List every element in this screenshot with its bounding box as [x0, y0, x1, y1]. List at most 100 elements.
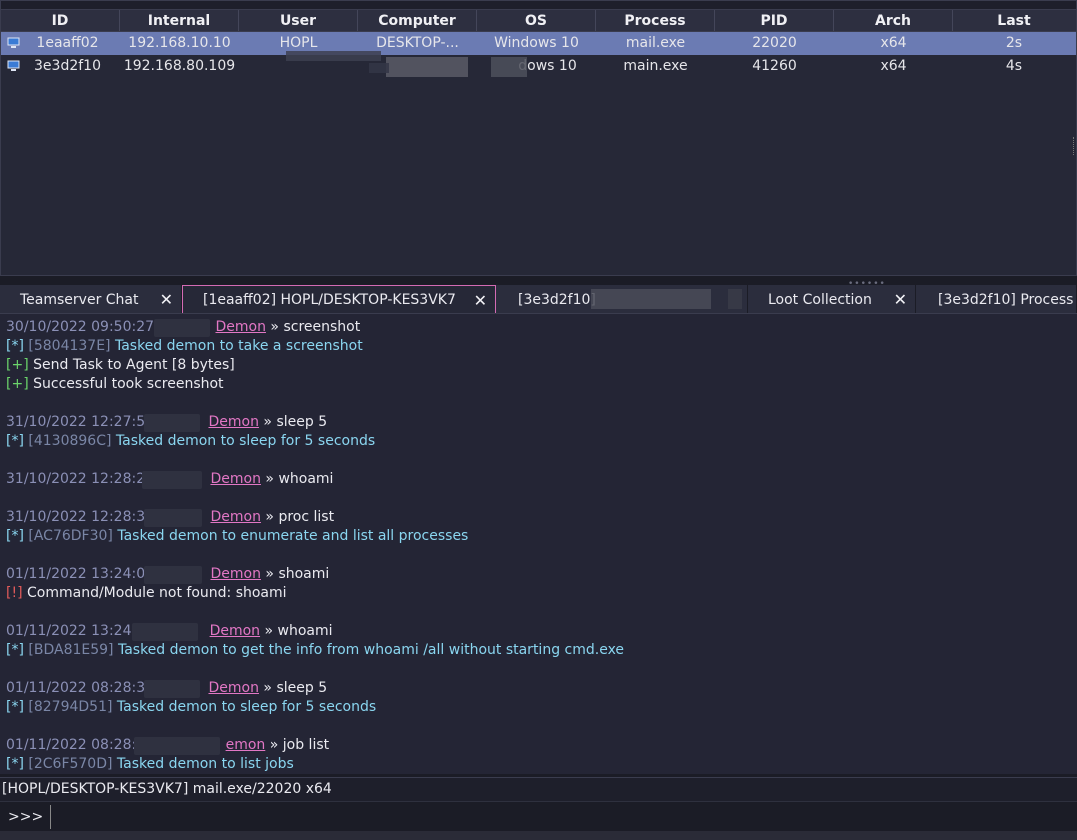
- output-message: Tasked demon to sleep for 5 seconds: [116, 699, 377, 715]
- header-os[interactable]: OS: [477, 10, 596, 31]
- header-id[interactable]: ID: [1, 10, 120, 31]
- console-output-line: [!] Command/Module not found: shoami: [6, 584, 1077, 603]
- separator: »: [270, 319, 279, 335]
- console-output-line: [*] [82794D51] Tasked demon to sleep for…: [6, 698, 1077, 717]
- redaction-block: [144, 566, 202, 584]
- console-spacer: [6, 660, 1077, 679]
- header-process[interactable]: Process: [596, 10, 715, 31]
- header-internal[interactable]: Internal: [120, 10, 239, 31]
- demon-link[interactable]: emon: [226, 737, 266, 753]
- table-row[interactable]: 1eaaff02 192.168.10.10 HOPL DESKTOP-... …: [1, 32, 1076, 55]
- error-tag: [!]: [6, 585, 23, 601]
- window-bottom-edge: [0, 831, 1077, 840]
- row-internal: 192.168.10.10: [128, 35, 231, 51]
- demon-link[interactable]: Demon: [208, 414, 258, 430]
- task-id: [4130896C]: [28, 433, 112, 449]
- timestamp: 30/10/2022 09:50:27: [6, 319, 155, 335]
- row-last: 2s: [1005, 35, 1023, 51]
- computer-icon: [7, 37, 20, 48]
- header-arch[interactable]: Arch: [834, 10, 953, 31]
- command-text: job list: [282, 737, 330, 753]
- redaction-block: [369, 63, 389, 73]
- console-command-line: 30/10/2022 09:50:27 Demon » screenshot: [6, 318, 1077, 337]
- demon-link[interactable]: Demon: [208, 680, 258, 696]
- row-process: mail.exe: [625, 35, 686, 51]
- table-top-strip: [1, 1, 1076, 10]
- redaction-block: [142, 471, 202, 489]
- console-command-line: 01/11/2022 13:24:09 Demon » shoami: [6, 565, 1077, 584]
- table-row[interactable]: 3e3d2f10 192.168.80.109 dows 10 main.exe…: [1, 51, 1076, 78]
- command-prompt-bar: >>>: [0, 801, 1077, 831]
- redaction-block: [132, 623, 198, 641]
- console-output-line: [+] Send Task to Agent [8 bytes]: [6, 356, 1077, 375]
- row-id-cell: 3e3d2f10: [1, 55, 120, 78]
- tab-session-3e3d2f10[interactable]: [3e3d2f10]: [496, 285, 748, 313]
- output-message: Tasked demon to enumerate and list all p…: [117, 528, 469, 544]
- console-command-line: 01/11/2022 08:28:36 Demon » sleep 5: [6, 679, 1077, 698]
- success-tag: [+]: [6, 357, 29, 373]
- redaction-block: [286, 51, 381, 61]
- command-input[interactable]: [50, 804, 1077, 829]
- tab-label: Loot Collection: [768, 291, 872, 308]
- console-spacer: [6, 394, 1077, 413]
- tab-session-1eaaff02[interactable]: [1eaaff02] HOPL/DESKTOP-KES3VK7 ✕: [182, 285, 496, 313]
- console-spacer: [6, 603, 1077, 622]
- redaction-block: [728, 289, 742, 309]
- row-last: 4s: [1005, 58, 1023, 74]
- header-computer[interactable]: Computer: [358, 10, 477, 31]
- tab-label: [1eaaff02] HOPL/DESKTOP-KES3VK7: [203, 291, 456, 308]
- demon-link[interactable]: Demon: [210, 623, 260, 639]
- info-tag: [*]: [6, 338, 24, 354]
- redaction-block: [144, 414, 200, 432]
- command-text: sleep 5: [276, 414, 328, 430]
- output-message: Tasked demon to list jobs: [116, 756, 294, 772]
- header-pid[interactable]: PID: [715, 10, 834, 31]
- output-message: Tasked demon to sleep for 5 seconds: [115, 433, 376, 449]
- redaction-block: [144, 680, 200, 698]
- info-tag: [*]: [6, 528, 24, 544]
- timestamp: 01/11/2022 08:28:36: [6, 680, 155, 696]
- redaction-block: [154, 319, 210, 337]
- separator: »: [269, 737, 279, 753]
- row-id: 1eaaff02: [36, 35, 99, 51]
- demon-link[interactable]: Demon: [215, 319, 265, 335]
- timestamp: 31/10/2022 12:27:53: [6, 414, 155, 430]
- row-os: Windows 10: [494, 35, 579, 51]
- tab-bar: Teamserver Chat ✕ [1eaaff02] HOPL/DESKTO…: [0, 285, 1077, 314]
- tab-teamserver-chat[interactable]: Teamserver Chat ✕: [0, 285, 182, 313]
- row-internal: 192.168.80.109: [123, 58, 236, 74]
- row-process: main.exe: [623, 58, 688, 74]
- task-id: [2C6F570D]: [28, 756, 113, 772]
- demon-link[interactable]: Demon: [210, 509, 260, 525]
- tab-loot-collection[interactable]: Loot Collection ✕: [748, 285, 916, 313]
- redaction-block: [134, 737, 220, 755]
- row-id-cell: 1eaaff02: [1, 32, 120, 55]
- session-status-line: [HOPL/DESKTOP-KES3VK7] mail.exe/22020 x6…: [0, 777, 1077, 801]
- tab-process-list[interactable]: [3e3d2f10] Process L: [916, 285, 1077, 313]
- console-output[interactable]: 30/10/2022 09:50:27 Demon » screenshot […: [0, 314, 1077, 774]
- close-icon[interactable]: ✕: [160, 290, 173, 309]
- console-spacer: [6, 717, 1077, 736]
- tab-label: Teamserver Chat: [20, 291, 139, 308]
- row-arch: x64: [880, 58, 907, 74]
- redaction-block: [591, 289, 711, 309]
- separator: »: [265, 509, 274, 525]
- header-last[interactable]: Last: [953, 10, 1075, 31]
- resize-grip[interactable]: [1073, 137, 1076, 155]
- demon-link[interactable]: Demon: [210, 471, 260, 487]
- command-text: shoami: [278, 566, 330, 582]
- console-output-line: [+] Successful took screenshot: [6, 375, 1077, 394]
- header-user[interactable]: User: [239, 10, 358, 31]
- row-arch: x64: [880, 35, 907, 51]
- row-pid: 22020: [752, 35, 797, 51]
- output-message: Tasked demon to take a screenshot: [114, 338, 363, 354]
- redaction-block: [144, 509, 202, 527]
- close-icon[interactable]: ✕: [894, 290, 907, 309]
- timestamp: 31/10/2022 12:28:29: [6, 471, 155, 487]
- close-icon[interactable]: ✕: [474, 291, 487, 310]
- demon-link[interactable]: Demon: [210, 566, 260, 582]
- console-output-line: [*] [5804137E] Tasked demon to take a sc…: [6, 337, 1077, 356]
- output-message: Send Task to Agent [8 bytes]: [33, 357, 235, 373]
- task-id: [82794D51]: [28, 699, 113, 715]
- prompt-label: >>>: [8, 808, 44, 825]
